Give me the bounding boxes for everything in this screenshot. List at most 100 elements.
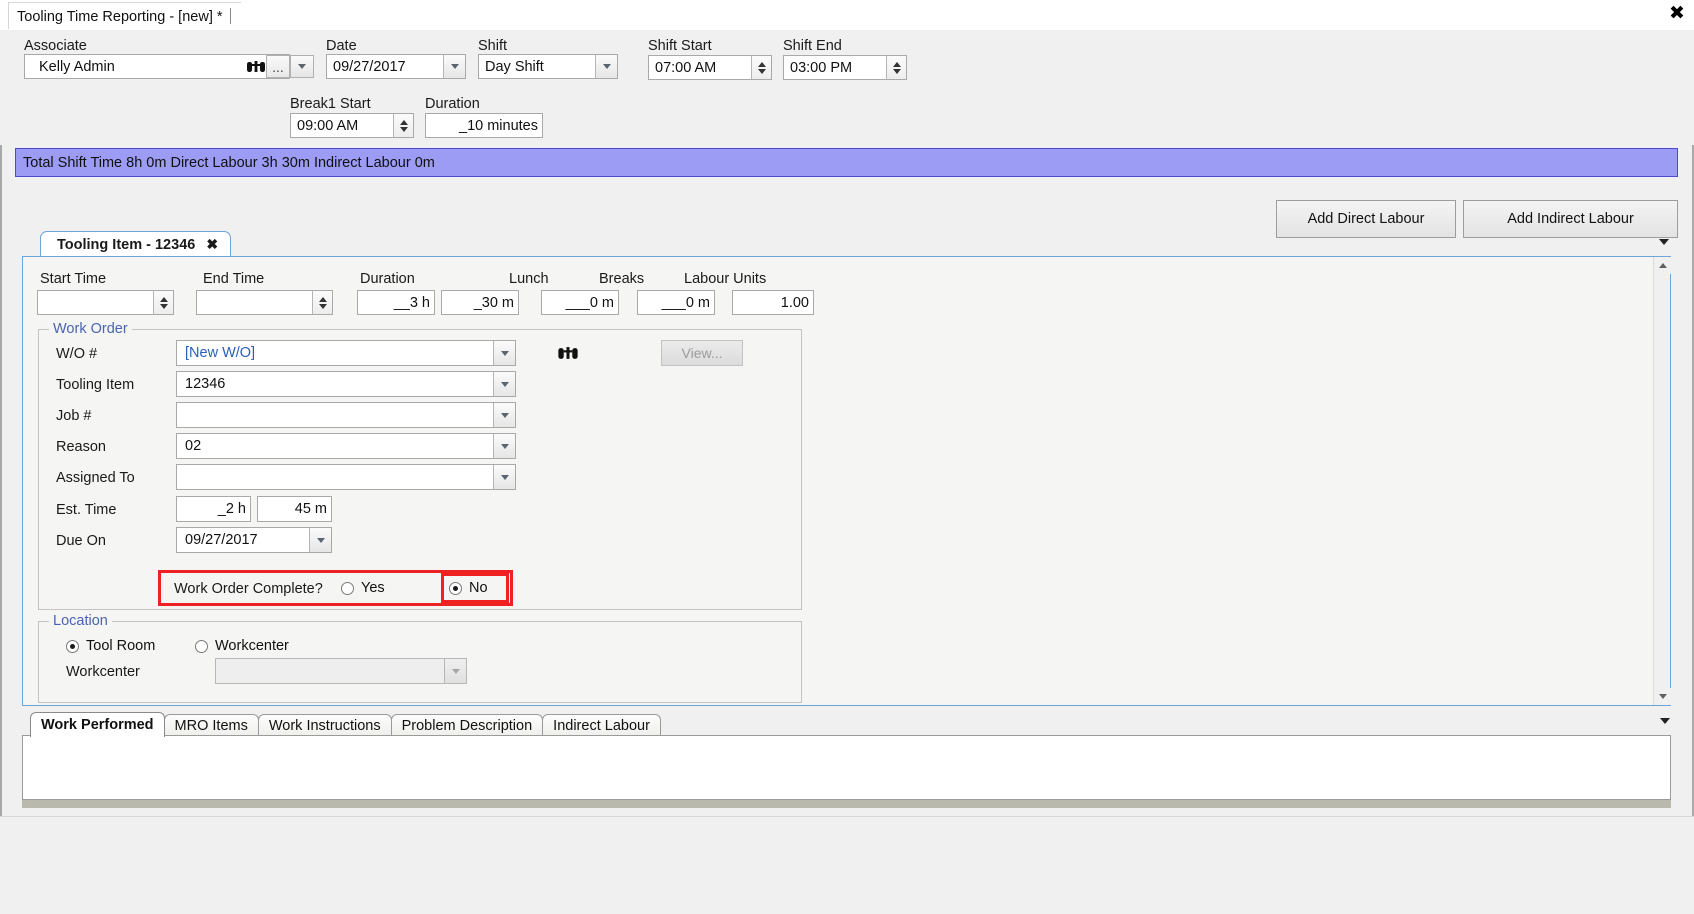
reason-value: 02 <box>185 438 202 454</box>
window-titlebar: Tooling Time Reporting - [new] * ✖ <box>0 0 1694 31</box>
window-tab-label: Tooling Time Reporting - [new] * <box>17 9 223 25</box>
tab-indirect-labour[interactable]: Indirect Labour <box>542 714 661 737</box>
add-direct-labour-label: Add Direct Labour <box>1307 211 1425 227</box>
start-time-field[interactable] <box>37 290 174 315</box>
associate-value: Kelly Admin <box>39 58 115 75</box>
tab-indirect-labour-label: Indirect Labour <box>553 718 650 734</box>
est-time-minutes-field[interactable]: 45 m <box>257 496 332 522</box>
location-workcenter-radio-label: Workcenter <box>215 638 289 654</box>
scroll-up-icon[interactable] <box>1654 257 1671 274</box>
assigned-to-field[interactable] <box>176 464 516 490</box>
break1-duration-label: Duration <box>425 96 480 112</box>
duration-minutes-value: _30 m <box>473 294 514 311</box>
est-time-hours-field[interactable]: _2 h <box>176 496 251 522</box>
reason-dropdown-button[interactable] <box>493 434 515 458</box>
shift-start-spinner[interactable] <box>751 56 771 79</box>
break1-duration-value: _10 minutes <box>459 117 538 134</box>
lunch-value: ___0 m <box>565 294 614 311</box>
job-number-dropdown-button[interactable] <box>493 403 515 427</box>
radio-dot-yes <box>341 581 354 595</box>
due-on-value: 09/27/2017 <box>185 532 258 548</box>
tab-mro-items[interactable]: MRO Items <box>163 714 259 737</box>
work-order-complete-yes-radio[interactable]: Yes <box>341 580 385 596</box>
text-caret <box>229 8 231 24</box>
duration-label: Duration <box>360 271 415 287</box>
duration-hours-field[interactable]: __3 h <box>357 290 435 315</box>
tab-mro-items-label: MRO Items <box>174 718 248 734</box>
due-on-dropdown-button[interactable] <box>309 528 331 552</box>
lunch-field[interactable]: ___0 m <box>541 290 619 315</box>
chevron-down-icon <box>500 474 509 480</box>
tab-problem-description[interactable]: Problem Description <box>390 714 544 737</box>
work-order-complete-no-radio[interactable]: No <box>449 580 488 596</box>
due-on-field[interactable]: 09/27/2017 <box>176 527 332 553</box>
shift-start-field[interactable]: 07:00 AM <box>648 55 772 80</box>
location-group-title: Location <box>49 613 112 629</box>
window-tab[interactable]: Tooling Time Reporting - [new] * <box>8 2 241 29</box>
chevron-down-icon <box>500 381 509 387</box>
break1-duration-field[interactable]: _10 minutes <box>425 113 543 138</box>
window-bottom-strip <box>0 816 1694 914</box>
shift-start-label: Shift Start <box>648 38 712 54</box>
wo-search-binoculars-icon[interactable] <box>550 340 586 366</box>
associate-ellipsis-button[interactable]: ... <box>266 55 290 78</box>
view-button[interactable]: View... <box>661 340 743 366</box>
associate-label: Associate <box>24 38 87 54</box>
tab-tooling-item-12346[interactable]: Tooling Item - 12346 ✖ <box>40 231 232 257</box>
tooling-item-value: 12346 <box>185 376 226 392</box>
panel-vertical-scrollbar[interactable] <box>1653 257 1671 705</box>
scroll-down-icon[interactable] <box>1654 688 1671 705</box>
workcenter-field[interactable] <box>215 658 467 684</box>
close-icon[interactable]: ✖ <box>1666 3 1688 25</box>
end-time-spinner[interactable] <box>312 291 332 314</box>
shift-summary-banner: Total Shift Time 8h 0m Direct Labour 3h … <box>15 148 1678 177</box>
chevron-down-icon <box>500 350 509 356</box>
location-tool-room-radio[interactable]: Tool Room <box>66 638 155 654</box>
end-time-field[interactable] <box>196 290 333 315</box>
tab-work-instructions[interactable]: Work Instructions <box>257 714 392 737</box>
shift-label: Shift <box>478 38 508 54</box>
assigned-to-dropdown-button[interactable] <box>493 465 515 489</box>
labour-units-value: 1.00 <box>780 294 809 311</box>
shift-end-spinner[interactable] <box>886 56 906 79</box>
item-tab-close-icon[interactable]: ✖ <box>206 236 218 253</box>
spinner-down-icon <box>757 68 766 74</box>
reason-field[interactable]: 02 <box>176 433 516 459</box>
location-workcenter-radio[interactable]: Workcenter <box>195 638 289 654</box>
tab-work-performed[interactable]: Work Performed <box>30 712 165 737</box>
break1-start-spinner[interactable] <box>393 114 413 137</box>
date-dropdown-button[interactable] <box>443 55 465 78</box>
spinner-up-icon <box>318 296 327 302</box>
spinner-down-icon <box>318 303 327 309</box>
detail-tab-overflow-chevron-down-icon[interactable] <box>1660 718 1670 724</box>
shift-start-value: 07:00 AM <box>655 59 717 76</box>
shift-field[interactable]: Day Shift <box>478 54 618 79</box>
date-field[interactable]: 09/27/2017 <box>326 54 466 79</box>
chevron-down-icon <box>450 64 459 69</box>
duration-minutes-field[interactable]: _30 m <box>441 290 519 315</box>
start-time-spinner[interactable] <box>153 291 173 314</box>
tooling-item-field[interactable]: 12346 <box>176 371 516 397</box>
view-button-label: View... <box>681 345 723 361</box>
item-tab-overflow-chevron-down-icon[interactable] <box>1659 239 1669 245</box>
tooling-item-dropdown-button[interactable] <box>493 372 515 396</box>
shift-value: Day Shift <box>485 58 544 75</box>
wo-number-field[interactable]: [New W/O] <box>176 340 516 366</box>
break1-start-field[interactable]: 09:00 AM <box>290 113 414 138</box>
associate-dropdown-button[interactable] <box>290 55 314 78</box>
shift-dropdown-button[interactable] <box>595 55 617 78</box>
workcenter-dropdown-button[interactable] <box>444 659 466 683</box>
wo-number-dropdown-button[interactable] <box>493 341 515 365</box>
est-time-minutes-value: 45 m <box>294 501 327 517</box>
shift-end-field[interactable]: 03:00 PM <box>783 55 907 80</box>
work-performed-editor[interactable] <box>22 735 1671 800</box>
labour-units-field[interactable]: 1.00 <box>732 290 814 315</box>
item-tab-label: Tooling Item - 12346 <box>57 236 196 253</box>
spinner-up-icon <box>159 296 168 302</box>
breaks-field[interactable]: ___0 m <box>637 290 715 315</box>
job-number-field[interactable] <box>176 402 516 428</box>
associate-binoculars-icon[interactable] <box>244 55 268 78</box>
work-order-complete-yes-label: Yes <box>361 580 385 596</box>
work-order-complete-label: Work Order Complete? <box>174 581 323 597</box>
radio-dot-workcenter <box>195 639 208 653</box>
